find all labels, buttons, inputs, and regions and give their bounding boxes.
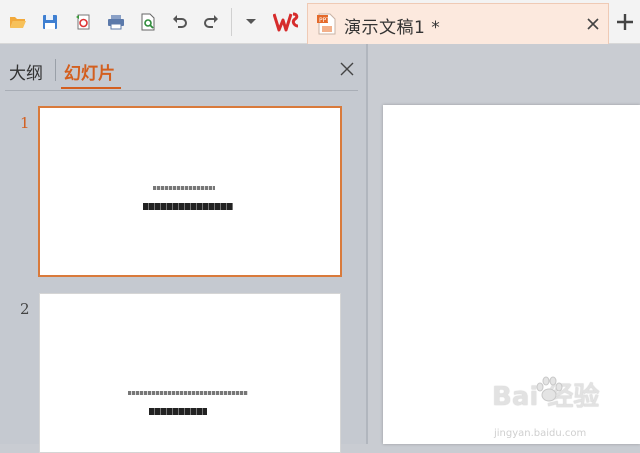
tab-outline[interactable]: 大纲 [9,59,43,84]
undo-icon[interactable] [170,12,190,32]
title-placeholder-text [153,186,215,190]
close-panel-icon[interactable] [338,60,356,78]
slide-thumbnail-1[interactable] [38,106,342,277]
ppt-file-icon: PPT [317,13,337,35]
document-title: 演示文稿1 * [344,18,441,38]
print-preview-icon[interactable] [138,12,158,32]
subtitle-placeholder-text [149,408,207,415]
slide-thumbnail-2[interactable] [39,293,341,453]
redo-icon[interactable] [201,12,221,32]
tab-divider [55,59,56,81]
print-icon[interactable] [106,12,126,32]
subtitle-placeholder-text [143,203,233,210]
active-tab-indicator [61,87,121,89]
toolbar-separator [231,8,232,36]
watermark-url: jingyan.baidu.com [494,428,587,439]
new-tab-plus-icon[interactable] [614,11,636,33]
dropdown-arrow-icon[interactable] [241,12,261,32]
export-pdf-icon[interactable] [73,12,93,32]
open-folder-icon[interactable] [8,12,28,32]
title-placeholder-text [128,391,248,395]
slide-number: 2 [20,300,30,318]
panel-tabs: 大纲 幻灯片 [0,44,366,90]
document-tab[interactable]: PPT 演示文稿1 * [307,3,609,44]
panel-divider [5,90,358,91]
save-icon[interactable] [40,12,60,32]
wps-logo-icon[interactable] [268,4,304,40]
paw-icon [534,376,564,404]
quick-access-toolbar: PPT 演示文稿1 * [0,0,640,44]
tab-slides[interactable]: 幻灯片 [64,59,115,84]
slides-panel: 大纲 幻灯片 1 2 [0,44,366,453]
svg-text:PPT: PPT [319,17,330,24]
slide-number: 1 [20,114,30,132]
close-tab-icon[interactable] [584,15,602,33]
baidu-watermark: Bai 经验 jingyan.baidu.com [492,376,632,442]
